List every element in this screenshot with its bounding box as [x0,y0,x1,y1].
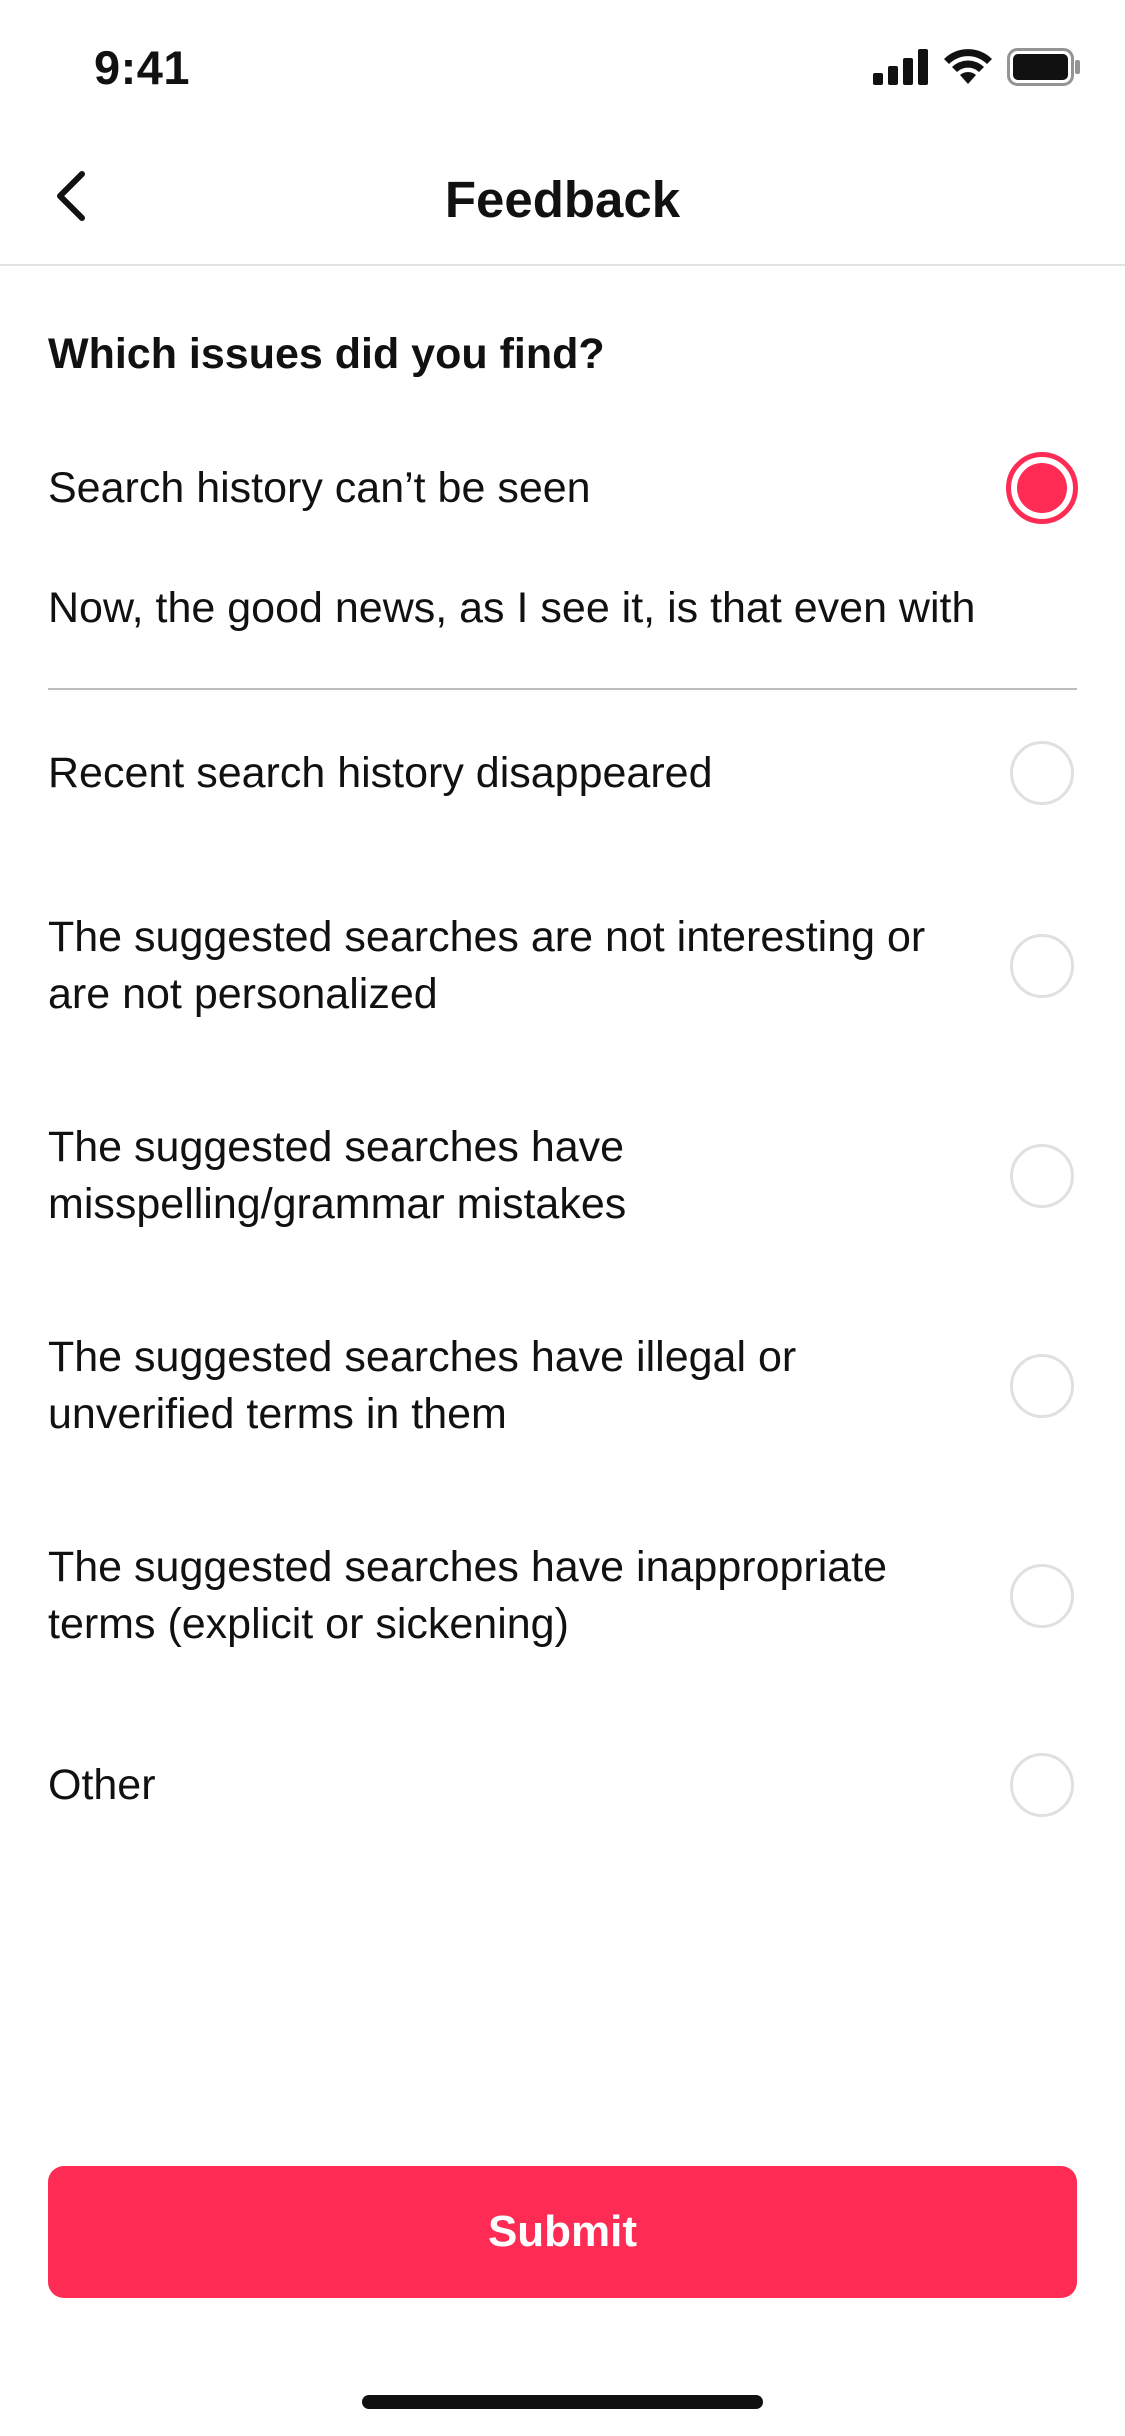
option-suggestions-not-interesting[interactable]: The suggested searches are not interesti… [48,909,1077,1023]
option-suggestions-illegal-terms[interactable]: The suggested searches have illegal or u… [48,1329,1077,1443]
option-label: The suggested searches have misspelling/… [48,1123,627,1228]
radio-dot [1017,463,1067,513]
option-label: Other [48,1760,156,1809]
option-other[interactable]: Other [48,1753,1077,1817]
option-label: The suggested searches have inappropriat… [48,1543,888,1648]
home-indicator[interactable] [362,2395,763,2409]
option-search-history-cant-be-seen[interactable]: Search history can’t be seen [48,452,1078,524]
submit-button[interactable]: Submit [48,2166,1077,2298]
feedback-detail-input[interactable]: Now, the good news, as I see it, is that… [48,570,1077,690]
option-suggestions-inappropriate-terms[interactable]: The suggested searches have inappropriat… [48,1539,1077,1653]
radio-button[interactable] [1010,741,1074,805]
radio-button-selected[interactable] [1006,452,1078,524]
option-label: Search history can’t be seen [48,463,591,512]
page-title: Feedback [444,171,681,228]
cellular-signal-icon [873,48,929,90]
option-suggestions-misspelling[interactable]: The suggested searches have misspelling/… [48,1119,1077,1233]
radio-button[interactable] [1010,1753,1074,1817]
question-heading: Which issues did you find? [48,330,605,378]
option-label: The suggested searches have illegal or u… [48,1333,797,1438]
radio-button[interactable] [1010,1144,1074,1208]
nav-bar: Feedback [0,132,1125,266]
status-icons [873,47,1081,91]
status-bar: 9:41 [0,0,1125,132]
radio-button[interactable] [1010,934,1074,998]
radio-button[interactable] [1010,1564,1074,1628]
option-recent-search-history-disappeared[interactable]: Recent search history disappeared [48,741,1077,805]
battery-icon [1007,47,1081,91]
radio-button[interactable] [1010,1354,1074,1418]
status-time: 9:41 [94,41,191,94]
option-label: Recent search history disappeared [48,748,713,797]
wifi-icon [943,48,993,91]
option-label: The suggested searches are not interesti… [48,913,926,1018]
